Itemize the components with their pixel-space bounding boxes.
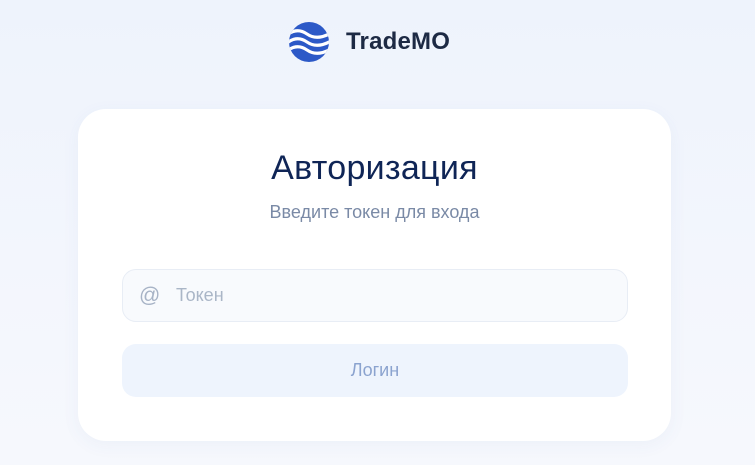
trademo-logo-icon (289, 22, 329, 62)
token-input[interactable] (176, 270, 627, 321)
brand-name: TradeMO (346, 28, 451, 55)
page-subtitle: Введите токен для входа (269, 202, 480, 222)
login-card: Авторизация Введите токен для входа @ Ло… (78, 109, 671, 441)
token-field[interactable]: @ (122, 269, 628, 322)
page-title: Авторизация (271, 149, 478, 187)
brand-header: TradeMO (289, 21, 450, 63)
login-button[interactable]: Логин (122, 344, 628, 397)
at-sign-icon: @ (139, 284, 161, 307)
